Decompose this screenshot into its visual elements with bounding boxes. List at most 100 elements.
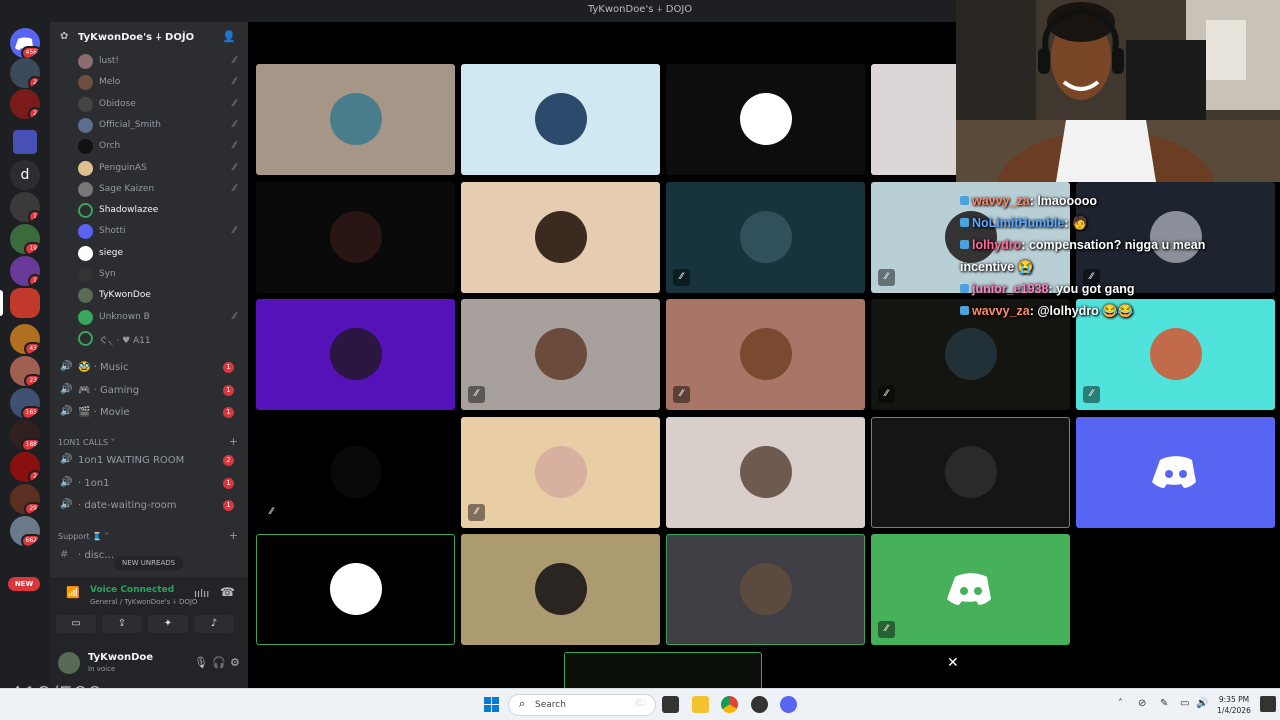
participant-tile[interactable] [256, 299, 455, 410]
mention-count: 2 [223, 455, 234, 466]
server-icon[interactable]: 2 [10, 452, 40, 482]
display-icon[interactable]: ▭ [1180, 698, 1189, 709]
voice-member[interactable]: Shadowlazee [78, 201, 248, 221]
taskbar-search[interactable]: ⌕ Search 🌤 [508, 694, 656, 716]
participant-tile[interactable]: ⁄⁄ [461, 299, 660, 410]
avatar[interactable] [58, 652, 80, 674]
screen-share-button[interactable]: ⇪ [102, 615, 142, 633]
chat-separator: : [1064, 216, 1072, 230]
participant-tile[interactable]: ⁄⁄ [461, 416, 660, 528]
participant-tile[interactable] [666, 64, 865, 175]
new-unreads-button[interactable]: NEW UNREADS [114, 556, 184, 570]
add-channel-icon[interactable]: + [229, 529, 238, 542]
participant-tile[interactable] [461, 64, 660, 175]
server-icon[interactable]: 29 [10, 484, 40, 514]
voice-member[interactable]: PenguinAS ⁄⁄ [78, 159, 248, 179]
voice-member[interactable]: lust! ⁄⁄ [78, 52, 248, 72]
server-icon[interactable]: 2 [10, 58, 40, 88]
server-icon[interactable]: 19 [10, 224, 40, 254]
mic-muted-icon: ⁄⁄ [878, 268, 895, 286]
participant-tile[interactable] [461, 181, 660, 293]
voice-member[interactable]: Orch ⁄⁄ [78, 137, 248, 157]
noise-suppression-icon[interactable]: ıılıı [194, 587, 209, 600]
category-calls[interactable]: 1ON1 CALLS ˅ [58, 438, 115, 447]
participant-tile[interactable]: ⁄⁄ [256, 416, 455, 528]
chevron-up-icon[interactable]: ˄ [1118, 698, 1123, 709]
participant-tile[interactable] [1076, 416, 1275, 528]
participant-tile[interactable]: ⁄⁄ [666, 299, 865, 410]
voice-member[interactable]: TyKwonDoe [78, 286, 248, 306]
add-member-icon[interactable]: 👤 [222, 30, 236, 43]
settings-gear-icon[interactable]: ⚙ [230, 656, 240, 669]
server-icon[interactable]: 165 [10, 388, 40, 418]
voice-member[interactable]: Melo ⁄⁄ [78, 73, 248, 93]
server-icon[interactable]: d [10, 160, 40, 190]
server-icon[interactable]: 2 [10, 89, 40, 119]
notification-icon[interactable] [1260, 696, 1276, 712]
category-support[interactable]: Support 🧵 ˅ [58, 532, 109, 541]
participant-tile[interactable] [256, 181, 455, 293]
server-icon[interactable]: 23 [10, 356, 40, 386]
close-icon[interactable]: ✕ [947, 655, 959, 671]
voice-channel[interactable]: 🔊 1on1 WAITING ROOM 2 [58, 451, 242, 471]
channel-name: 🎮 · Gaming [78, 384, 140, 396]
discord-icon[interactable] [780, 696, 797, 713]
voice-channel[interactable]: 🔊 · date-waiting-room 1 [58, 496, 242, 516]
add-channel-icon[interactable]: + [229, 435, 238, 448]
chat-message: wavvy_za: lmaooooo [960, 190, 1276, 212]
voice-member[interactable]: Official_Smith ⁄⁄ [78, 116, 248, 136]
server-icon[interactable]: 188 [10, 420, 40, 450]
network-off-icon[interactable]: ⊘ [1138, 698, 1146, 709]
voice-member[interactable]: siege [78, 244, 248, 264]
dm-home-icon[interactable]: 456 [10, 28, 40, 58]
voice-channel[interactable]: 🔊 🥸 · Music 1 [58, 358, 242, 378]
server-icon[interactable]: 1 [10, 192, 40, 222]
voice-location[interactable]: General / TyKwonDoe's ⍭ DOJO [90, 598, 197, 607]
participant-tile[interactable]: ⁄⁄ [666, 181, 865, 293]
participant-tile[interactable] [256, 64, 455, 175]
server-icon[interactable] [10, 288, 40, 318]
server-icon[interactable]: 662 [10, 516, 40, 546]
voice-member[interactable]: ぐ৲ · ♥ A11 [78, 329, 248, 349]
participant-tile[interactable]: ⁄⁄ [871, 534, 1070, 645]
taskbar-clock[interactable]: 9:35 PM 1/4/2026 [1214, 694, 1254, 716]
voice-member[interactable]: Shotti ⁄⁄ [78, 222, 248, 242]
activity-button[interactable]: ✦ [148, 615, 188, 633]
soundboard-button[interactable]: ♪ [194, 615, 234, 633]
voice-member[interactable]: Syn [78, 265, 248, 285]
server-icon[interactable]: 1 [10, 256, 40, 286]
mention-count: 1 [223, 500, 234, 512]
chat-message: junior_e1938: you got gang [960, 278, 1276, 300]
pen-icon[interactable]: ✎ [1160, 698, 1168, 709]
new-unreads-pill[interactable]: NEW [8, 577, 40, 591]
app-icon[interactable] [751, 696, 768, 713]
participant-tile[interactable] [461, 534, 660, 645]
microphone-icon[interactable]: 🎙 [194, 656, 208, 669]
badge: 2 [28, 107, 40, 119]
member-name: Shotti [99, 226, 126, 237]
voice-channel[interactable]: 🔊 🎬 · Movie 1 [58, 403, 242, 423]
windows-start-icon[interactable] [483, 696, 500, 713]
participant-tile[interactable] [666, 416, 865, 528]
voice-channel[interactable]: 🔊 · 1on1 1 [58, 474, 242, 494]
task-view-icon[interactable] [662, 696, 679, 713]
volume-icon[interactable]: 🔊 [1196, 698, 1208, 709]
server-icon[interactable]: 43 [10, 324, 40, 354]
camera-button[interactable]: ▭ [56, 615, 96, 633]
chrome-icon[interactable] [721, 696, 738, 713]
voice-member[interactable]: Unknown B ⁄⁄ [78, 308, 248, 328]
participant-tile[interactable] [871, 416, 1070, 528]
participant-tile[interactable] [666, 534, 865, 645]
server-header[interactable]: ✿ TyKwonDoe's ⍭ DOJO ˅ 👤 [50, 22, 248, 54]
call-controls-tray[interactable] [564, 652, 762, 688]
folder-icon[interactable] [13, 130, 37, 154]
file-explorer-icon[interactable] [692, 696, 709, 713]
channel-name: 🎬 · Movie [78, 407, 130, 419]
voice-member[interactable]: Obidose ⁄⁄ [78, 95, 248, 115]
disconnect-icon[interactable]: ☎ [220, 585, 235, 599]
voice-channel[interactable]: 🔊 🎮 · Gaming 1 [58, 381, 242, 401]
headphones-icon[interactable]: 🎧 [212, 656, 226, 669]
mic-muted-icon: ⁄⁄ [232, 119, 236, 130]
voice-member[interactable]: Sage Kaizen ⁄⁄ [78, 180, 248, 200]
participant-tile[interactable] [256, 534, 455, 645]
